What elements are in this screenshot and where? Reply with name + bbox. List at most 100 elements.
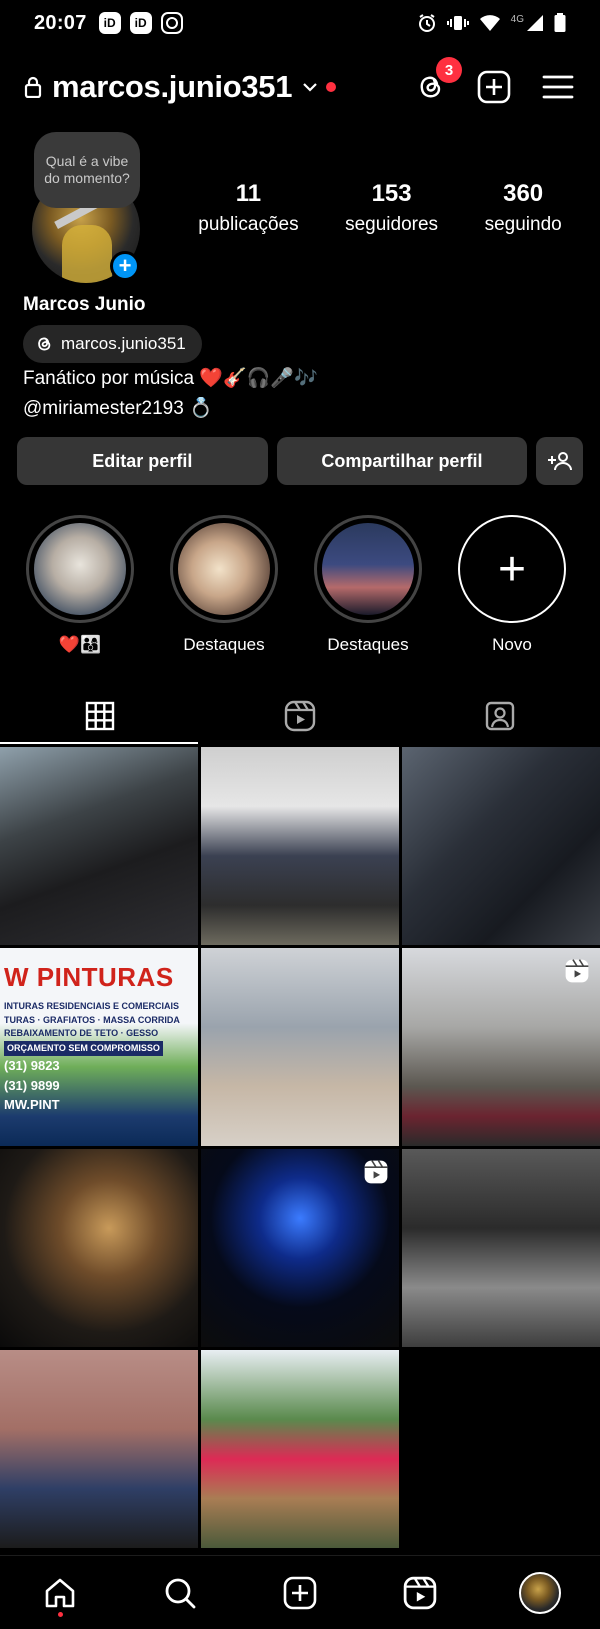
status-bar: 20:07 iD iD 4G xyxy=(0,0,600,46)
profile-avatar-small xyxy=(519,1571,561,1614)
stat-value: 153 xyxy=(371,180,412,207)
app-notification-icon: iD xyxy=(98,12,121,34)
post-thumbnail[interactable] xyxy=(402,1149,600,1347)
stat-value: 11 xyxy=(235,180,262,207)
post-thumbnail[interactable] xyxy=(402,747,600,945)
posts-grid: W PINTURAS INTURAS RESIDENCIAIS E COMERC… xyxy=(0,747,600,1548)
threads-button[interactable]: 3 xyxy=(412,57,462,105)
stat-value: 360 xyxy=(503,180,544,207)
tagged-person-icon xyxy=(485,701,515,731)
hamburger-menu-icon xyxy=(542,75,574,99)
reel-thumbnail[interactable] xyxy=(402,948,600,1146)
highlight-label: ❤️👨‍👩‍👦 xyxy=(58,635,102,654)
plus-square-icon xyxy=(283,1576,317,1609)
threads-handle: marcos.junio351 xyxy=(61,334,186,353)
plus-icon: + xyxy=(458,515,566,623)
highlight-item[interactable]: ❤️👨‍👩‍👦 xyxy=(26,515,134,655)
note-bubble[interactable]: Qual é a vibe do momento? xyxy=(34,132,140,208)
nav-create[interactable] xyxy=(270,1563,330,1623)
profile-stats: 11 publicações 153 seguidores 360 seguin… xyxy=(175,180,585,236)
discover-people-button[interactable] xyxy=(536,437,583,485)
profile-header: marcos.junio351 3 xyxy=(0,57,600,114)
stat-label: publicações xyxy=(198,214,299,235)
lock-icon xyxy=(24,76,42,98)
highlight-ring xyxy=(314,515,422,623)
post-thumbnail[interactable] xyxy=(201,948,399,1146)
highlight-ring xyxy=(170,515,278,623)
nav-search[interactable] xyxy=(150,1563,210,1623)
nav-profile[interactable] xyxy=(510,1563,570,1623)
highlight-cover xyxy=(178,523,270,615)
nav-home[interactable] xyxy=(30,1563,90,1623)
post-overlay-line: TURAS · GRAFIATOS · MASSA CORRIDA xyxy=(4,1014,180,1025)
highlight-item[interactable]: Destaques xyxy=(314,515,422,655)
highlight-label: Novo xyxy=(492,635,532,654)
highlight-ring xyxy=(26,515,134,623)
profile-tabs xyxy=(0,688,600,744)
menu-button[interactable] xyxy=(540,69,576,105)
stat-followers[interactable]: 153 seguidores xyxy=(345,180,438,236)
share-profile-button[interactable]: Compartilhar perfil xyxy=(276,437,528,485)
post-overlay-line: ORÇAMENTO SEM COMPROMISSO xyxy=(4,1040,163,1056)
highlight-cover xyxy=(34,523,126,615)
story-highlights: ❤️👨‍👩‍👦 Destaques Destaques + Novo xyxy=(26,515,596,655)
add-story-plus-icon[interactable]: + xyxy=(110,251,140,281)
reel-icon xyxy=(364,1160,388,1184)
threads-icon xyxy=(38,337,51,351)
home-notification-dot xyxy=(58,1611,63,1617)
post-overlay-line: MW.PINT xyxy=(4,1097,60,1112)
post-thumbnail[interactable] xyxy=(0,1149,198,1347)
post-thumbnail[interactable] xyxy=(201,1350,399,1548)
bottom-navigation xyxy=(0,1555,600,1629)
stat-following[interactable]: 360 seguindo xyxy=(485,180,562,236)
post-overlay-text: W PINTURAS xyxy=(4,962,174,992)
bio-mention-link[interactable]: @miriamester2193 💍 xyxy=(23,396,213,420)
wifi-icon xyxy=(479,15,500,31)
post-thumbnail[interactable] xyxy=(0,747,198,945)
nav-reels[interactable] xyxy=(390,1563,450,1623)
reels-icon xyxy=(403,1576,437,1609)
alarm-icon xyxy=(418,14,435,32)
post-overlay-line: (31) 9899 xyxy=(4,1077,60,1093)
vibrate-icon xyxy=(446,16,469,30)
home-icon xyxy=(45,1578,75,1607)
active-tab-indicator xyxy=(0,742,198,744)
plus-square-icon xyxy=(477,70,511,104)
post-thumbnail[interactable] xyxy=(0,1350,198,1548)
post-overlay-line: (31) 9823 xyxy=(4,1058,60,1073)
username-switcher[interactable]: marcos.junio351 xyxy=(52,69,292,105)
post-overlay-subtext: INTURAS RESIDENCIAIS E COMERCIAIS TURAS … xyxy=(4,1000,180,1115)
reel-icon xyxy=(565,959,589,983)
reels-icon xyxy=(284,700,316,732)
tab-tagged[interactable] xyxy=(400,688,600,744)
chevron-down-icon[interactable] xyxy=(302,82,318,92)
stat-label: seguindo xyxy=(484,214,562,235)
post-thumbnail[interactable] xyxy=(201,747,399,945)
stat-posts[interactable]: 11 publicações xyxy=(198,180,298,236)
grid-icon xyxy=(85,701,115,731)
search-icon xyxy=(165,1578,196,1608)
add-person-icon xyxy=(547,452,572,471)
status-time: 20:07 xyxy=(34,11,87,34)
profile-actions: Editar perfil Compartilhar perfil xyxy=(17,437,583,485)
unread-dot xyxy=(326,82,337,92)
stat-label: seguidores xyxy=(345,214,439,235)
post-thumbnail[interactable]: W PINTURAS INTURAS RESIDENCIAIS E COMERC… xyxy=(0,948,198,1146)
highlight-label: Destaques xyxy=(183,635,265,654)
battery-icon xyxy=(554,13,566,32)
full-name: Marcos Junio xyxy=(23,294,146,315)
post-overlay-line: INTURAS RESIDENCIAIS E COMERCIAIS xyxy=(4,1001,180,1011)
highlight-cover xyxy=(322,523,414,615)
app-notification-icon: iD xyxy=(129,12,152,34)
signal-icon xyxy=(527,15,543,31)
tab-posts-grid[interactable] xyxy=(0,688,200,744)
edit-profile-button[interactable]: Editar perfil xyxy=(17,437,268,485)
threads-badge: 3 xyxy=(436,57,462,83)
new-highlight-button[interactable]: + Novo xyxy=(458,515,566,655)
threads-profile-link[interactable]: marcos.junio351 xyxy=(23,325,202,363)
network-type-label: 4G xyxy=(510,13,524,25)
create-button[interactable] xyxy=(476,69,512,105)
highlight-item[interactable]: Destaques xyxy=(170,515,278,655)
reel-thumbnail[interactable] xyxy=(201,1149,399,1347)
tab-reels[interactable] xyxy=(200,688,400,744)
